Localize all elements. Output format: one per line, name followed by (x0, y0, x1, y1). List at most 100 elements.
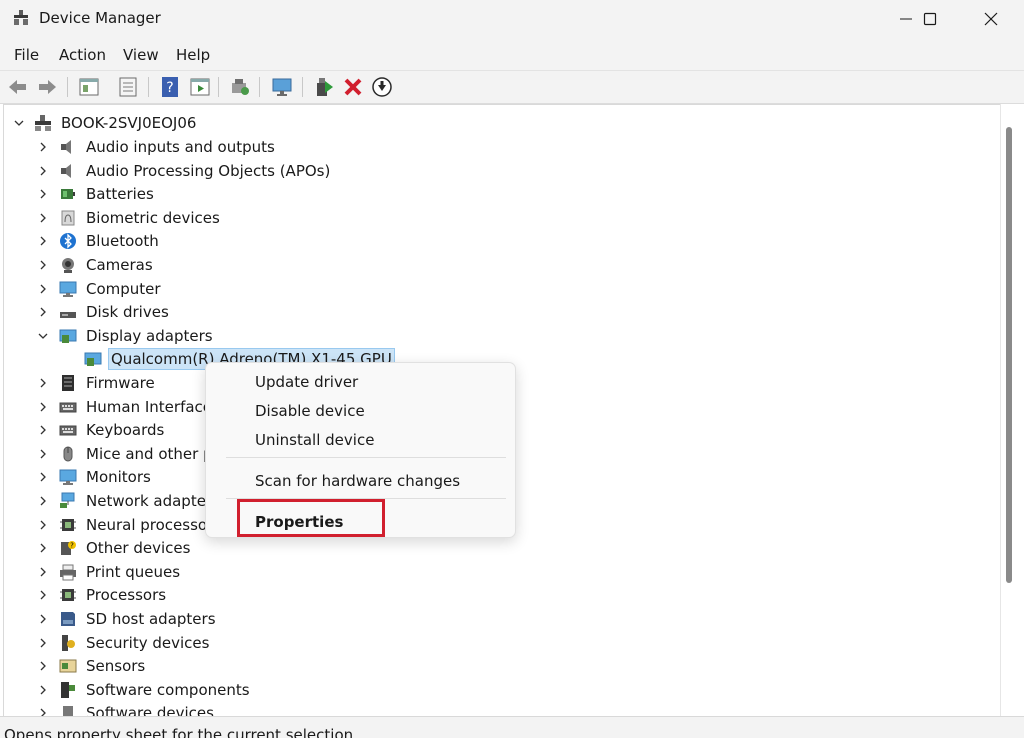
printer-icon (60, 564, 76, 581)
close-button[interactable] (965, 0, 1017, 38)
computer-icon (59, 281, 77, 297)
chevron-right-icon[interactable] (38, 307, 48, 317)
monitor-icon[interactable] (270, 75, 294, 99)
scrollbar-thumb[interactable] (1006, 127, 1012, 583)
root-label: BOOK-2SVJ0EOJ06 (61, 114, 197, 132)
tree-category-item[interactable]: Software components (4, 678, 984, 702)
menu-action[interactable]: Action (59, 46, 106, 64)
chevron-right-icon[interactable] (38, 189, 48, 199)
help-icon[interactable]: ? (158, 75, 182, 99)
network-icon (60, 492, 75, 508)
disable-device-menu-item[interactable]: Disable device (255, 402, 365, 420)
tree-item-label: Batteries (86, 185, 154, 204)
tree-item-label: Neural processors (86, 515, 222, 534)
display-adapter-icon (59, 329, 77, 343)
back-icon[interactable] (6, 75, 30, 99)
chevron-right-icon[interactable] (38, 614, 48, 624)
chevron-right-icon[interactable] (38, 472, 48, 482)
help-document-icon[interactable] (116, 75, 140, 99)
chevron-right-icon[interactable] (38, 425, 48, 435)
chevron-right-icon[interactable] (38, 166, 48, 176)
tree-category-item[interactable]: Bluetooth (4, 229, 984, 253)
download-icon[interactable] (370, 75, 394, 99)
tree-category-item[interactable]: Audio inputs and outputs (4, 135, 984, 159)
tree-item-label: Software components (86, 680, 250, 699)
chevron-right-icon[interactable] (38, 236, 48, 246)
menu-file[interactable]: File (14, 46, 39, 64)
tree-item-label: Firmware (86, 374, 155, 392)
tree-category-item[interactable]: Print queues (4, 560, 984, 584)
update-driver-icon[interactable] (311, 75, 335, 99)
show-hidden-icon[interactable] (188, 75, 212, 99)
tree-category-item[interactable]: Disk drives (4, 300, 984, 324)
uninstall-icon[interactable] (341, 75, 365, 99)
menu-help[interactable]: Help (176, 46, 210, 64)
chevron-right-icon[interactable] (38, 378, 48, 388)
chevron-right-icon[interactable] (38, 661, 48, 671)
maximize-button[interactable] (904, 0, 956, 38)
tree-category-item[interactable]: SD host adapters (4, 607, 984, 631)
scan-hardware-icon[interactable] (228, 75, 252, 99)
tree-item-label: Disk drives (86, 303, 169, 322)
speaker-icon (61, 163, 71, 178)
properties-pane-icon[interactable] (77, 75, 101, 99)
close-icon (984, 12, 998, 26)
tree-category-item[interactable]: Computer (4, 277, 984, 301)
toolbar-separator (218, 77, 219, 97)
toolbar-separator (259, 77, 260, 97)
chevron-right-icon[interactable] (38, 496, 48, 506)
chevron-right-icon[interactable] (38, 213, 48, 223)
tree-category-item[interactable]: ? Other devices (4, 536, 984, 560)
tree-item-label: Human Interface I (86, 397, 222, 416)
tree-item-label: Network adapters (86, 492, 220, 510)
battery-icon (61, 189, 75, 200)
chevron-down-icon[interactable] (38, 331, 48, 341)
tree-category-item[interactable]: Batteries (4, 182, 984, 206)
disk-drive-icon (60, 312, 76, 319)
chevron-right-icon[interactable] (38, 449, 48, 459)
tree-item-label: Computer (86, 279, 161, 298)
tree-item-label: Security devices (86, 633, 210, 652)
chevron-right-icon[interactable] (38, 567, 48, 577)
sd-card-icon (61, 612, 75, 626)
chevron-right-icon[interactable] (38, 260, 48, 270)
device-manager-icon (14, 10, 28, 25)
chevron-right-icon[interactable] (38, 685, 48, 695)
menu-view[interactable]: View (123, 46, 159, 64)
chip-icon (60, 518, 76, 531)
forward-icon[interactable] (35, 75, 59, 99)
monitor-icon (59, 469, 77, 486)
unknown-device-icon: ? (61, 541, 76, 556)
tree-category-item[interactable]: Cameras (4, 253, 984, 277)
update-driver-menu-item[interactable]: Update driver (255, 373, 358, 391)
bluetooth-icon (60, 233, 76, 250)
chevron-right-icon[interactable] (38, 284, 48, 294)
tree-item-label: Cameras (86, 256, 153, 274)
chevron-right-icon[interactable] (38, 142, 48, 152)
tree-item-label: Biometric devices (86, 208, 220, 227)
scan-hardware-menu-item[interactable]: Scan for hardware changes (255, 472, 460, 490)
security-icon (62, 634, 75, 651)
tree-category-item[interactable]: Audio Processing Objects (APOs) (4, 159, 984, 183)
tree-category-item[interactable]: Display adapters (4, 324, 984, 348)
chevron-right-icon[interactable] (38, 590, 48, 600)
tree-item-label: Processors (86, 586, 167, 605)
maximize-icon (923, 12, 937, 26)
svg-text:?: ? (166, 80, 173, 96)
chevron-right-icon[interactable] (38, 520, 48, 530)
tree-category-item[interactable]: Sensors (4, 654, 984, 678)
chevron-right-icon[interactable] (38, 638, 48, 648)
chevron-down-icon[interactable] (14, 118, 24, 128)
tree-category-item[interactable]: Processors (4, 583, 984, 607)
tree-root[interactable]: BOOK-2SVJ0EOJ06 (4, 111, 984, 135)
tree-item-label: SD host adapters (86, 610, 216, 628)
tree-category-item[interactable]: Biometric devices (4, 206, 984, 230)
uninstall-device-menu-item[interactable]: Uninstall device (255, 431, 374, 449)
title-bar: Device Manager (0, 0, 1024, 38)
tree-item-label: Display adapters (86, 326, 213, 345)
tree-item-label: Mice and other po (86, 444, 222, 463)
tree-category-item[interactable]: Security devices (4, 631, 984, 655)
vertical-scrollbar[interactable] (1000, 104, 1024, 716)
chevron-right-icon[interactable] (38, 543, 48, 553)
chevron-right-icon[interactable] (38, 402, 48, 412)
